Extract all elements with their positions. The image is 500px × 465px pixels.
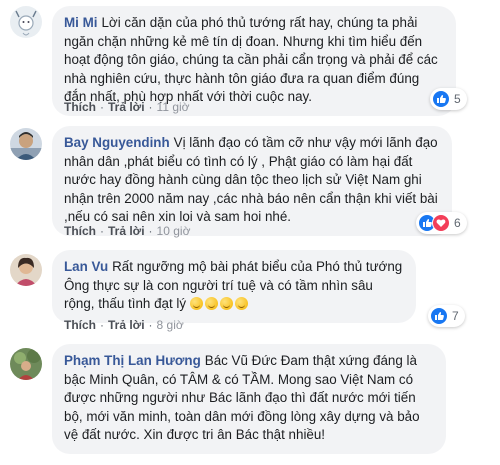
comment-bubble: Bay Nguyendinh Vị lãnh đạo có tầm cỡ như … xyxy=(52,126,452,236)
reaction-count: 5 xyxy=(454,92,461,106)
clapping-emoji-icon xyxy=(234,297,248,310)
comment-author[interactable]: Mi Mi xyxy=(64,15,97,30)
reply-link[interactable]: Trả lời xyxy=(108,318,145,332)
comment-time[interactable]: 10 giờ xyxy=(157,224,191,238)
comment-bubble: Phạm Thị Lan Hương Bác Vũ Đức Đam thật xứ… xyxy=(52,344,446,454)
avatar-photo-icon xyxy=(10,254,42,286)
like-reaction-icon xyxy=(430,307,448,325)
avatar[interactable] xyxy=(10,348,42,380)
reply-link[interactable]: Trả lời xyxy=(108,224,145,238)
reaction-count: 6 xyxy=(454,216,461,230)
comment-author[interactable]: Lan Vu xyxy=(64,259,108,274)
avatar[interactable] xyxy=(10,6,42,38)
comment-text: Lời căn dặn của phó thủ tướng rất hay, c… xyxy=(64,15,438,104)
comment-author[interactable]: Bay Nguyendinh xyxy=(64,135,170,150)
comment-actions: Thích · Trả lời · 11 giờ xyxy=(64,100,190,114)
comment-actions: Thích · Trả lời · 10 giờ xyxy=(64,224,191,238)
avatar[interactable] xyxy=(10,254,42,286)
comment-time[interactable]: 8 giờ xyxy=(157,318,184,332)
avatar[interactable] xyxy=(10,128,42,160)
reply-link[interactable]: Trả lời xyxy=(108,100,145,114)
avatar-photo-icon xyxy=(10,128,42,160)
like-link[interactable]: Thích xyxy=(64,224,96,238)
comment-bubble: Lan Vu Rất ngưỡng mộ bài phát biểu của Ph… xyxy=(52,250,416,323)
love-reaction-icon xyxy=(432,214,450,232)
comment-author[interactable]: Phạm Thị Lan Hương xyxy=(64,353,201,368)
avatar-photo-icon xyxy=(10,348,42,380)
comment-time[interactable]: 11 giờ xyxy=(157,100,190,114)
like-reaction-icon xyxy=(432,90,450,108)
clapping-emoji-icon xyxy=(189,297,203,310)
clapping-emoji-icon xyxy=(204,297,218,310)
reaction-count: 7 xyxy=(452,309,459,323)
emoji-group xyxy=(189,296,250,311)
like-link[interactable]: Thích xyxy=(64,100,96,114)
clapping-emoji-icon xyxy=(219,297,233,310)
reaction-summary[interactable]: 5 xyxy=(430,88,467,110)
reaction-summary[interactable]: 6 xyxy=(416,212,467,234)
reaction-summary[interactable]: 7 xyxy=(428,305,465,327)
like-link[interactable]: Thích xyxy=(64,318,96,332)
avatar-illustration-icon xyxy=(10,6,42,38)
comment-actions: Thích · Trả lời · 8 giờ xyxy=(64,318,184,332)
